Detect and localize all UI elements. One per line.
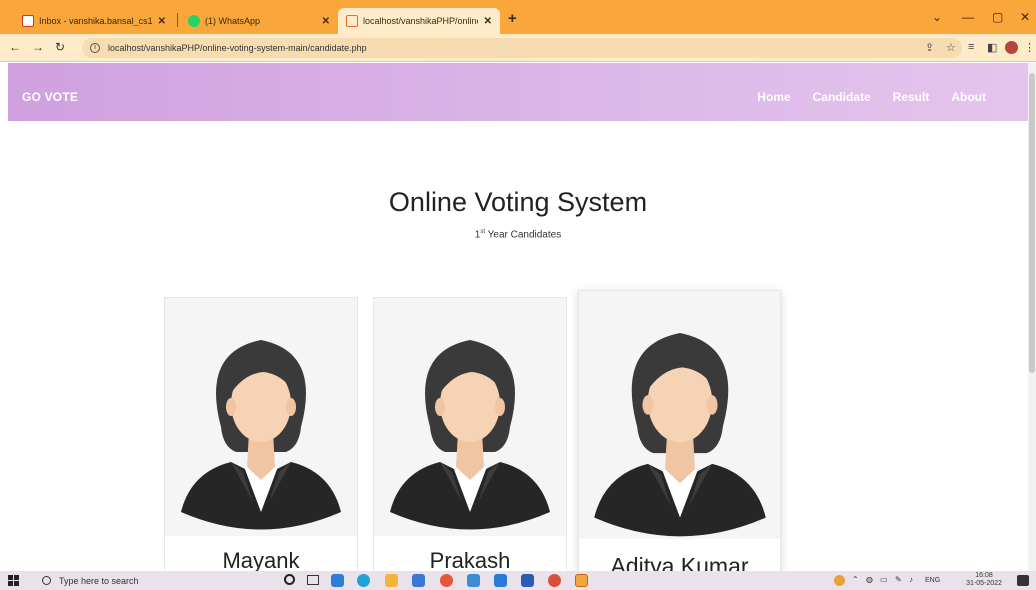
tab-title: Inbox - vanshika.bansal_cs19@g <box>39 16 152 26</box>
notifications-icon[interactable] <box>1017 575 1029 586</box>
edge-icon[interactable] <box>357 574 370 587</box>
chrome-icon[interactable] <box>440 574 453 587</box>
profile-avatar[interactable] <box>1005 41 1018 54</box>
dropbox-icon[interactable] <box>412 574 425 587</box>
tray-chevron-icon[interactable]: ⌃ <box>852 575 859 584</box>
nav-about[interactable]: About <box>951 90 986 104</box>
task-view-icon[interactable] <box>307 575 319 585</box>
minimize-icon[interactable]: — <box>962 10 974 24</box>
cortana-icon[interactable] <box>284 574 295 585</box>
xampp-icon[interactable] <box>575 574 588 587</box>
close-icon[interactable]: ✕ <box>316 16 330 27</box>
new-tab-button[interactable]: + <box>508 10 517 27</box>
share-icon[interactable]: ⇪ <box>925 41 934 54</box>
candidate-name: Prakash <box>429 548 511 572</box>
person-avatar-icon <box>390 340 550 530</box>
person-avatar-icon <box>594 333 766 537</box>
candidate-name: Aditya Kumar <box>610 553 749 572</box>
file-explorer-icon[interactable] <box>385 574 398 587</box>
search-placeholder: Type here to search <box>59 575 139 586</box>
page-subtitle: 1st Year Candidates <box>474 229 562 241</box>
battery-icon[interactable]: ▭ <box>880 575 888 584</box>
tab-localhost[interactable]: localhost/vanshikaPHP/online-vo ✕ <box>338 8 500 34</box>
network-icon[interactable]: ◍ <box>866 575 873 584</box>
whatsapp-icon <box>188 15 200 27</box>
url-text: localhost/vanshikaPHP/online-voting-syst… <box>108 43 367 53</box>
volume-icon[interactable]: ♪ <box>909 575 913 584</box>
site-info-icon[interactable]: i <box>90 43 100 53</box>
site-header: GO VOTE Home Candidate Result About <box>8 63 1028 121</box>
reload-icon[interactable]: ↻ <box>55 40 65 54</box>
window-close-icon[interactable]: ✕ <box>1020 10 1030 24</box>
maximize-icon[interactable]: ▢ <box>992 10 1003 24</box>
page-icon <box>346 15 358 27</box>
page-title: Online Voting System <box>388 187 648 217</box>
page-scrollbar[interactable] <box>1028 63 1036 571</box>
gmail-icon <box>22 15 34 27</box>
browser-tab-strip: Inbox - vanshika.bansal_cs19@g ✕ (1) Wha… <box>0 0 1036 34</box>
main-nav: Home Candidate Result About <box>757 90 986 104</box>
candidate-photo <box>579 291 780 539</box>
tab-title: (1) WhatsApp <box>205 16 261 26</box>
candidate-card[interactable]: Mayank <box>164 297 358 572</box>
back-icon[interactable]: ← <box>9 40 21 54</box>
language-indicator[interactable]: ENG <box>925 577 940 584</box>
reading-list-icon[interactable]: ≡ <box>968 41 974 53</box>
nav-candidate[interactable]: Candidate <box>813 90 871 104</box>
candidate-card[interactable]: Prakash <box>373 297 567 572</box>
forward-icon[interactable]: → <box>32 40 44 54</box>
search-icon <box>42 576 51 585</box>
tab-whatsapp[interactable]: (1) WhatsApp ✕ <box>180 8 338 34</box>
menu-kebab-icon[interactable]: ⋮ <box>1024 41 1035 54</box>
taskbar-clock[interactable]: 16:08 31-05-2022 <box>960 572 1008 588</box>
vscode-icon[interactable] <box>331 574 344 587</box>
weather-icon[interactable] <box>834 575 845 586</box>
url-field[interactable]: i localhost/vanshikaPHP/online-voting-sy… <box>82 38 962 58</box>
address-bar: ← → ↻ i localhost/vanshikaPHP/online-vot… <box>0 34 1036 62</box>
tab-gmail[interactable]: Inbox - vanshika.bansal_cs19@g ✕ <box>14 8 174 34</box>
pen-icon[interactable]: ✎ <box>895 575 902 584</box>
word-icon[interactable] <box>521 574 534 587</box>
brand-logo[interactable]: GO VOTE <box>22 90 78 104</box>
side-panel-icon[interactable]: ◧ <box>987 41 997 54</box>
taskbar-search-field[interactable]: Type here to search <box>38 572 238 589</box>
candidate-photo <box>374 298 566 536</box>
candidate-photo <box>165 298 357 536</box>
tab-search-icon[interactable]: ⌄ <box>932 10 942 24</box>
app-icon[interactable] <box>494 574 507 587</box>
bookmark-star-icon[interactable]: ☆ <box>946 41 956 54</box>
tab-title: localhost/vanshikaPHP/online-vo <box>363 16 478 26</box>
os-taskbar: Type here to search ⌃ ◍ ▭ ✎ ♪ ENG 16:08 … <box>0 571 1036 590</box>
nav-home[interactable]: Home <box>757 90 790 104</box>
candidate-card[interactable]: Aditya Kumar <box>578 290 781 572</box>
nav-result[interactable]: Result <box>893 90 930 104</box>
candidate-name: Mayank <box>222 548 300 572</box>
windows-start-icon[interactable] <box>8 575 19 586</box>
close-icon[interactable]: ✕ <box>152 16 166 27</box>
close-icon[interactable]: ✕ <box>478 16 492 27</box>
chrome-profile-icon[interactable] <box>548 574 561 587</box>
person-avatar-icon <box>181 340 341 530</box>
mail-icon[interactable] <box>467 574 480 587</box>
